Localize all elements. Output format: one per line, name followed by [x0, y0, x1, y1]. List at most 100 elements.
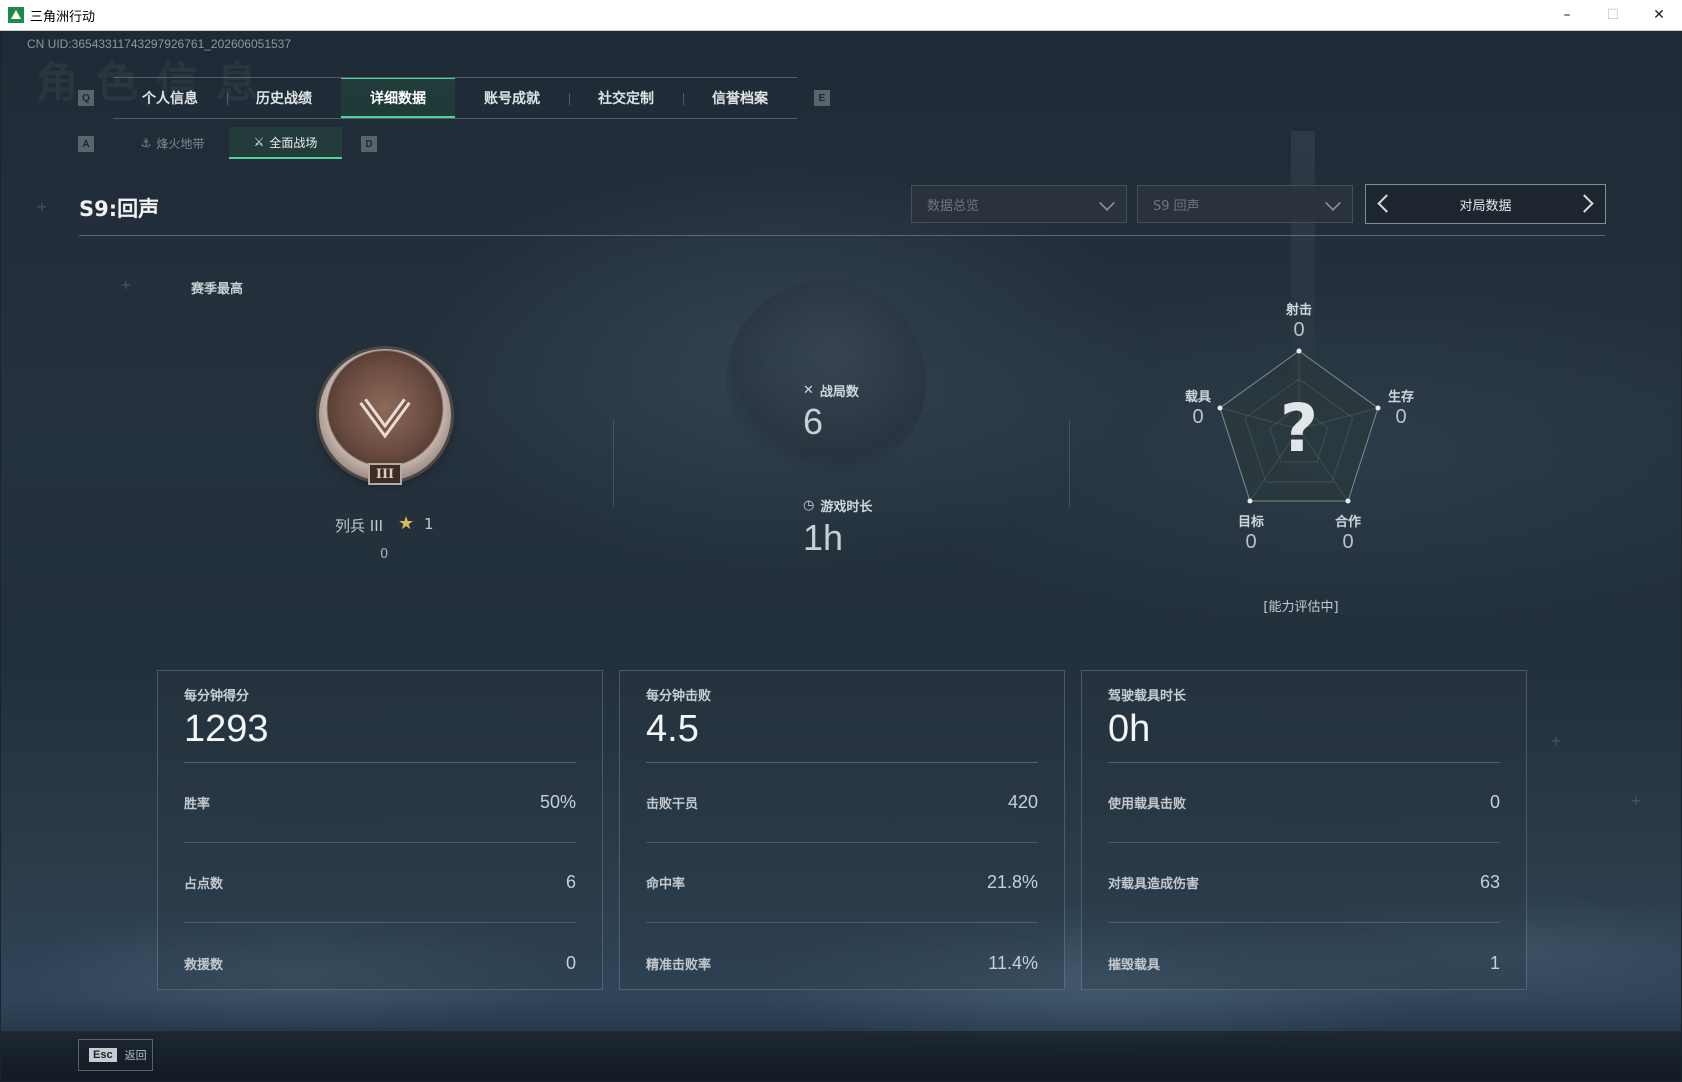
subtab-next-key-hint[interactable]: D	[361, 136, 377, 152]
rank-name: 列兵 III	[335, 517, 384, 535]
playtime-label: ◷ 游戏时长	[803, 496, 872, 515]
window-titlebar: 三角洲行动 – ☐ ✕	[0, 0, 1682, 31]
radar-center-mark: ?	[1280, 390, 1318, 467]
crosshair-decoration-icon: +	[1631, 791, 1641, 810]
stat-label: 精准击败率	[646, 957, 712, 973]
panel-head-label: 每分钟得分	[184, 689, 250, 704]
header-divider	[79, 235, 1605, 236]
panel-head-label: 驾驶载具时长	[1108, 689, 1187, 704]
data-pager: 对局数据	[1365, 184, 1606, 224]
radar-axis-cooperation: 合作	[1334, 515, 1361, 530]
radar-value-cooperation: 0	[1342, 531, 1354, 553]
stat-panel-score: 每分钟得分 1293 胜率 50% 占点数 6 救援数 0	[157, 670, 603, 990]
season-best-label: 赛季最高	[191, 282, 244, 297]
stat-value: 6	[565, 872, 576, 892]
playtime-label-text: 游戏时长	[820, 500, 873, 515]
stat-row: 对载具造成伤害 63	[1108, 843, 1500, 923]
stat-label: 摧毁载具	[1108, 957, 1161, 973]
matches-label-text: 战局数	[819, 385, 859, 400]
stat-label: 胜率	[184, 797, 211, 812]
panel-head-value: 0h	[1108, 708, 1151, 750]
crossed-swords-icon: ✕	[803, 383, 814, 398]
season-dropdown[interactable]: S9 回声	[1137, 185, 1353, 223]
panel-head-value: 1293	[184, 708, 269, 750]
crosshair-decoration-icon: +	[1551, 731, 1561, 750]
sub-tab-bar: ⚓ 烽火地带 ⚔ 全面战场	[116, 127, 342, 159]
radar-axis-vehicle: 载具	[1184, 390, 1211, 405]
subtab-label: 全面战场	[269, 135, 318, 150]
main-tab-bar: 个人信息 历史战绩 详细数据 账号成就 社交定制 信誉档案	[113, 77, 797, 119]
stat-label: 对载具造成伤害	[1108, 877, 1200, 892]
chevron-left-icon[interactable]	[1377, 194, 1396, 213]
radar-value-vehicle: 0	[1192, 406, 1204, 428]
section-divider	[613, 419, 614, 507]
radar-value-survival: 0	[1395, 406, 1407, 428]
stat-row: 胜率 50%	[184, 763, 576, 843]
stat-label: 击败干员	[646, 797, 699, 812]
data-type-dropdown[interactable]: 数据总览	[911, 185, 1127, 223]
crosshair-decoration-icon: +	[37, 197, 47, 216]
stat-value: 63	[1479, 872, 1500, 892]
close-button[interactable]: ✕	[1636, 0, 1682, 31]
pager-label: 对局数据	[1459, 198, 1512, 214]
matches-value: 6	[803, 401, 824, 442]
subtab-prev-key-hint[interactable]: A	[78, 136, 94, 152]
tab-achievements[interactable]: 账号成就	[455, 78, 569, 118]
stat-row: 救援数 0	[184, 923, 576, 1003]
radar-axis-objective: 目标	[1237, 515, 1264, 530]
player-uid: CN UID:36543311743297926761_202606051537	[27, 37, 292, 51]
playtime-value: 1h	[803, 517, 844, 558]
window-controls: – ☐ ✕	[1544, 0, 1682, 31]
radar-value-shooting: 0	[1293, 319, 1305, 341]
back-button[interactable]: Esc 返回	[78, 1039, 153, 1071]
ability-status: [能力评估中]	[1263, 600, 1339, 615]
stat-row: 击败干员 420	[646, 763, 1038, 843]
rank-points: 0	[380, 547, 389, 562]
subtab-battlefield[interactable]: ⚔ 全面战场	[229, 127, 342, 159]
app-logo-icon	[8, 7, 24, 23]
window-title: 三角洲行动	[30, 9, 96, 25]
stat-panel-kills: 每分钟击败 4.5 击败干员 420 命中率 21.8% 精准击败率 11.4%	[619, 670, 1065, 990]
battlefield-icon: ⚔	[253, 135, 265, 149]
zone-icon: ⚓	[140, 136, 152, 150]
tab-prev-key-hint[interactable]: Q	[78, 90, 94, 106]
rank-star-count: 1	[424, 515, 434, 533]
stat-value: 21.8%	[986, 872, 1038, 892]
stat-label: 救援数	[184, 957, 224, 973]
subtab-label: 烽火地带	[156, 136, 205, 151]
panel-head-value: 4.5	[646, 708, 699, 750]
chevron-down-icon	[1325, 195, 1341, 211]
matches-label: ✕ 战局数	[803, 381, 859, 400]
stat-label: 占点数	[184, 877, 224, 892]
tab-social-custom[interactable]: 社交定制	[569, 78, 683, 118]
tab-match-history[interactable]: 历史战绩	[227, 78, 341, 118]
panel-head-label: 每分钟击败	[646, 689, 712, 704]
star-icon: ★	[398, 513, 415, 534]
tab-next-key-hint[interactable]: E	[814, 90, 830, 106]
crosshair-decoration-icon: +	[121, 275, 131, 294]
stat-label: 使用载具击败	[1108, 797, 1187, 812]
dropdown-value: 数据总览	[927, 198, 980, 214]
stat-label: 命中率	[646, 877, 686, 892]
stat-value: 1	[1489, 952, 1500, 973]
minimize-button[interactable]: –	[1544, 0, 1590, 31]
game-viewport: 角色信息 CN UID:36543311743297926761_2026060…	[1, 31, 1681, 1081]
rank-roman-numeral: III	[368, 463, 402, 485]
chevron-right-icon[interactable]	[1575, 194, 1594, 213]
radar-axis-shooting: 射击	[1285, 303, 1312, 318]
chevron-down-icon	[1099, 195, 1115, 211]
radar-axis-survival: 生存	[1387, 390, 1414, 405]
rank-badge: III	[319, 349, 451, 485]
subtab-hazard-zone[interactable]: ⚓ 烽火地带	[116, 127, 229, 159]
season-title: S9:回声	[79, 197, 160, 221]
ability-radar-chart: ?	[1217, 348, 1381, 504]
stat-row: 命中率 21.8%	[646, 843, 1038, 923]
stat-row: 摧毁载具 1	[1108, 923, 1500, 1003]
stat-row: 占点数 6	[184, 843, 576, 923]
tab-detailed-data[interactable]: 详细数据	[341, 78, 455, 118]
tab-reputation[interactable]: 信誉档案	[683, 78, 797, 118]
maximize-button[interactable]: ☐	[1590, 0, 1636, 31]
stat-value: 0	[565, 952, 576, 973]
stat-value: 11.4%	[988, 952, 1038, 973]
tab-personal-info[interactable]: 个人信息	[113, 78, 227, 118]
